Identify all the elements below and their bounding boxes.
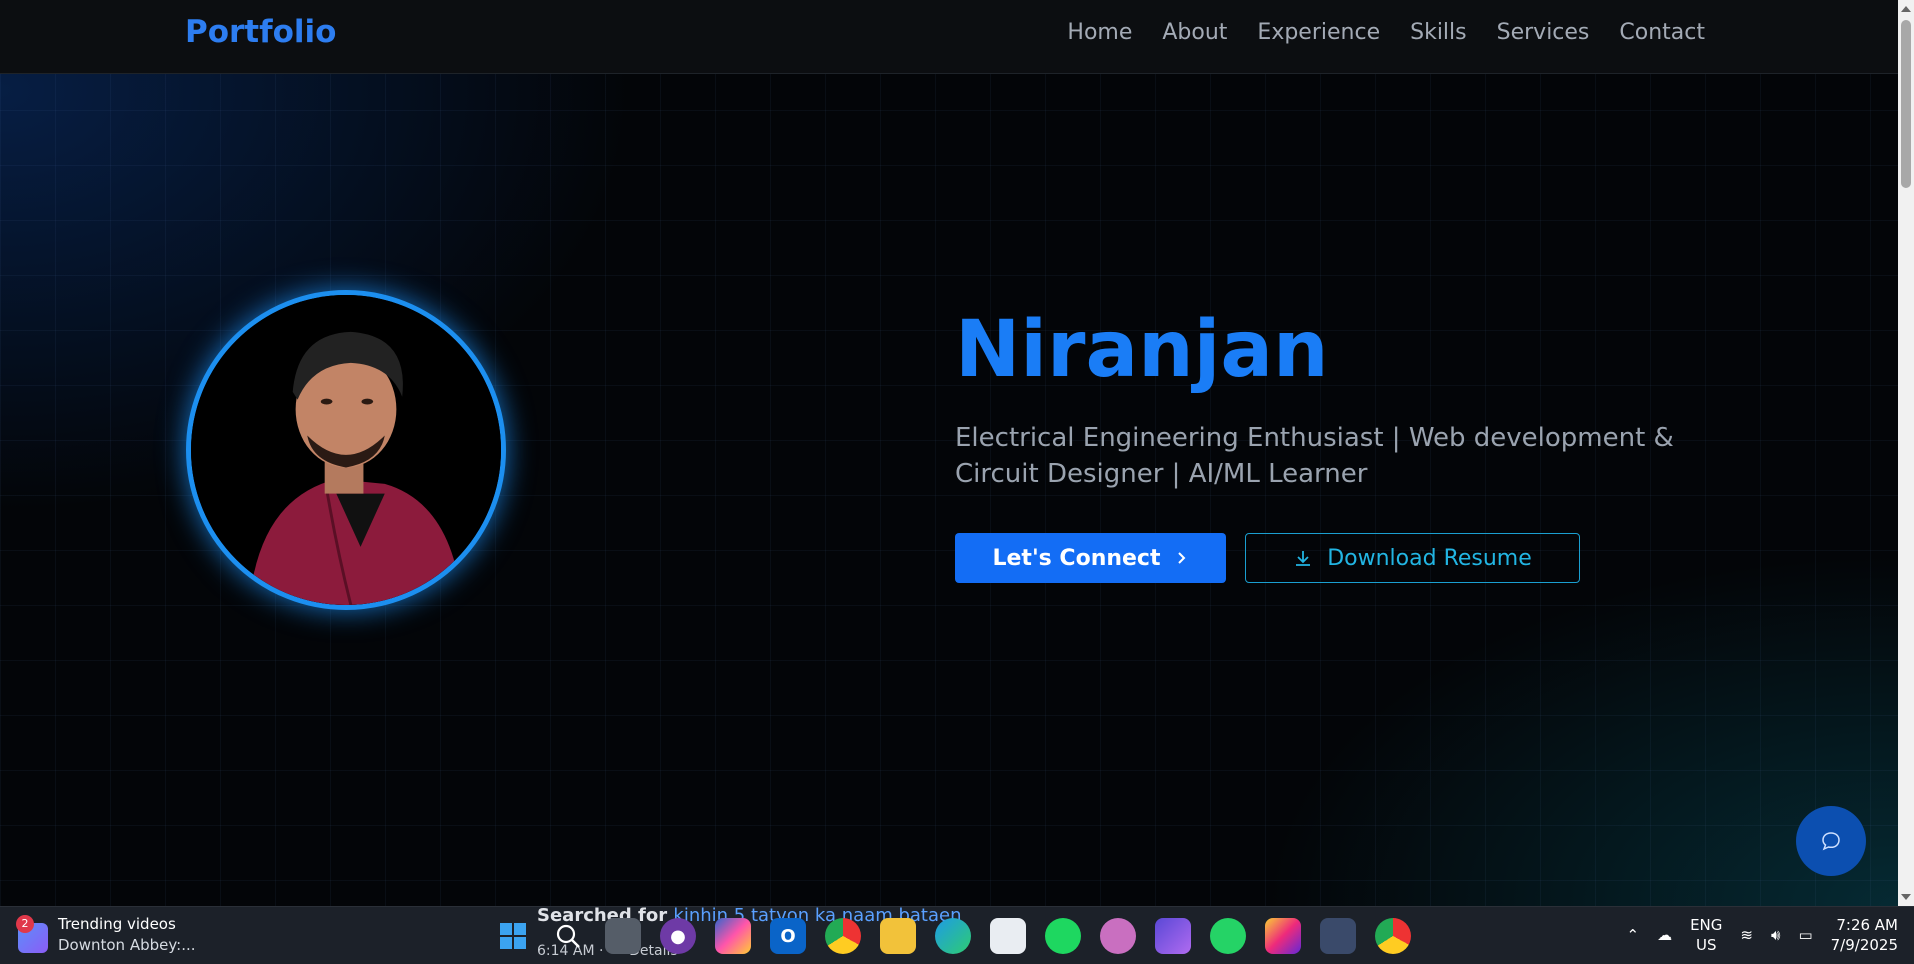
spotify-icon[interactable] <box>1045 918 1081 954</box>
widget-subtitle: Downton Abbey:... <box>58 936 196 954</box>
nav-link-services[interactable]: Services <box>1497 20 1590 45</box>
file-explorer-icon[interactable] <box>880 918 916 954</box>
chat-bubble-icon <box>1822 832 1840 851</box>
nav-link-home[interactable]: Home <box>1067 20 1132 45</box>
scroll-down-arrow-icon[interactable] <box>1901 894 1911 900</box>
nav-link-contact[interactable]: Contact <box>1619 20 1705 45</box>
taskbar: 2 Trending videos Downton Abbey:... Sear… <box>0 906 1914 964</box>
taskbar-apps: ● O <box>495 918 1411 954</box>
hero-subtitle: Electrical Engineering Enthusiast | Web … <box>955 423 1674 489</box>
lang-bottom: US <box>1695 936 1717 954</box>
nav-link-skills[interactable]: Skills <box>1410 20 1467 45</box>
windows-start-icon[interactable] <box>495 918 531 954</box>
outlook-icon[interactable]: O <box>770 918 806 954</box>
battery-icon[interactable]: ▭ <box>1798 926 1812 944</box>
person-illustration <box>191 295 501 605</box>
download-resume-label: Download Resume <box>1327 545 1532 571</box>
chevron-up-icon[interactable]: ⌃ <box>1627 926 1640 944</box>
chevron-right-icon <box>1177 552 1185 564</box>
widgets-button[interactable]: 2 Trending videos Downton Abbey:... <box>16 915 196 954</box>
download-icon <box>1296 551 1311 566</box>
search-icon[interactable] <box>550 918 586 954</box>
wifi-icon[interactable]: ≋ <box>1740 926 1753 944</box>
profile-photo <box>186 290 506 610</box>
nav-links: Home About Experience Skills Services Co… <box>1067 20 1705 45</box>
obs-icon[interactable] <box>1100 918 1136 954</box>
lets-connect-label: Let's Connect <box>992 545 1161 571</box>
widget-badge: 2 <box>16 915 34 933</box>
snipping-tool-icon[interactable] <box>1320 918 1356 954</box>
m365-copilot-icon[interactable] <box>715 918 751 954</box>
clock-date: 7/9/2025 <box>1830 936 1898 954</box>
chat-button[interactable] <box>1796 806 1866 876</box>
task-view-icon[interactable] <box>605 918 641 954</box>
microsoft-store-icon[interactable] <box>990 918 1026 954</box>
clock-time: 7:26 AM <box>1836 916 1898 934</box>
download-resume-button[interactable]: Download Resume <box>1245 533 1580 583</box>
edge-icon[interactable] <box>935 918 971 954</box>
nav-link-about[interactable]: About <box>1162 20 1227 45</box>
instagram-icon[interactable] <box>1265 918 1301 954</box>
browser-page: Portfolio Home About Experience Skills S… <box>0 0 1898 906</box>
onedrive-cloud-icon[interactable]: ☁ <box>1657 926 1672 944</box>
chrome-icon[interactable] <box>825 918 861 954</box>
github-icon[interactable]: ● <box>660 918 696 954</box>
clipchamp-icon[interactable] <box>1155 918 1191 954</box>
navbar: Portfolio Home About Experience Skills S… <box>0 0 1898 74</box>
language-indicator[interactable]: ENG US <box>1690 915 1722 955</box>
nav-link-experience[interactable]: Experience <box>1257 20 1380 45</box>
widgets-icon: 2 <box>16 915 48 953</box>
widget-title: Trending videos <box>58 915 176 933</box>
hero-name: Niranjan <box>955 305 1329 395</box>
scrollbar-thumb[interactable] <box>1901 20 1911 188</box>
brand-logo[interactable]: Portfolio <box>185 14 336 50</box>
system-tray: ⌃ ☁ ENG US ≋ 🔊︎ ▭ 7:26 AM 7/9/2025 <box>1627 915 1899 955</box>
volume-icon[interactable]: 🔊︎ <box>1771 926 1780 944</box>
clock[interactable]: 7:26 AM 7/9/2025 <box>1831 915 1898 955</box>
vertical-scrollbar[interactable] <box>1898 0 1914 906</box>
whatsapp-icon[interactable] <box>1210 918 1246 954</box>
chrome-profile-icon[interactable] <box>1375 918 1411 954</box>
lang-top: ENG <box>1690 916 1723 934</box>
scroll-up-arrow-icon[interactable] <box>1901 6 1911 12</box>
lets-connect-button[interactable]: Let's Connect <box>955 533 1226 583</box>
